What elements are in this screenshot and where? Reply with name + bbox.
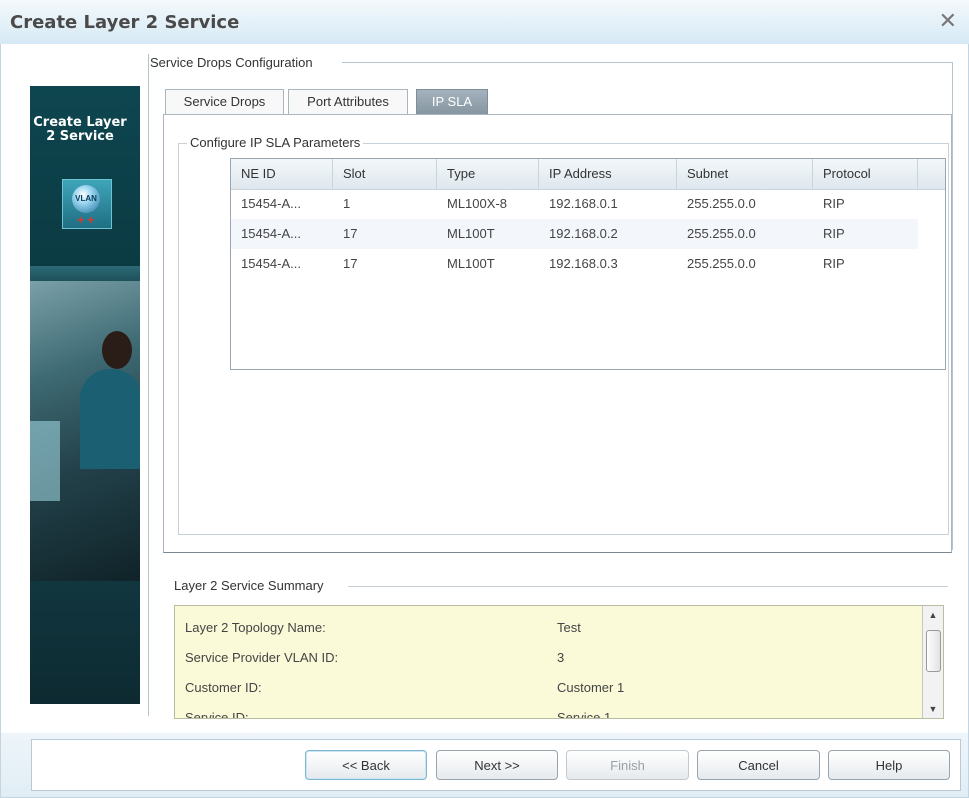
cell-type: ML100T [447,256,495,271]
vlan-plus-icon: + + [77,213,95,227]
tab-port-attributes[interactable]: Port Attributes [288,89,408,114]
next-button[interactable]: Next >> [436,750,558,780]
cell-slot: 1 [343,196,351,211]
table-row[interactable]: 15454-A... 1 ML100X-8 192.168.0.1 255.25… [231,189,918,219]
summary-row: Layer 2 Topology Name: Test [175,613,915,643]
summary-value: Customer 1 [557,680,625,695]
summary-row: Service Provider VLAN ID: 3 [175,643,915,673]
wizard-banner: Create Layer 2 Service VLAN + + [30,86,140,704]
vlan-badge: VLAN [72,185,100,213]
cell-protocol[interactable]: RIP [813,249,918,279]
column-header-protocol[interactable]: Protocol [813,159,918,189]
banner-title: Create Layer 2 Service [33,115,127,144]
cell-ne-id: 15454-A... [241,256,301,271]
summary-label: Service Provider VLAN ID: [185,650,339,665]
tab-ip-sla[interactable]: IP SLA [416,89,488,114]
column-header-ip-address[interactable]: IP Address [539,159,677,189]
ip-sla-legend: Configure IP SLA Parameters [187,135,364,150]
summary-legend: Layer 2 Service Summary [171,578,327,593]
table-row[interactable]: 15454-A... 17 ML100T 192.168.0.3 255.255… [231,249,918,279]
summary-label: Layer 2 Topology Name: [185,620,326,635]
scroll-thumb[interactable] [926,630,941,672]
tab-service-drops[interactable]: Service Drops [165,89,284,114]
close-icon[interactable]: ✕ [939,8,957,34]
summary-value: Service 1 [557,710,612,719]
banner-photo [30,281,140,581]
column-header-type[interactable]: Type [437,159,539,189]
summary-value: Test [557,620,581,635]
table-row[interactable]: 15454-A... 17 ML100T 192.168.0.2 255.255… [231,219,918,249]
cell-ip-address[interactable]: 192.168.0.1 [539,189,677,219]
service-summary-panel: Layer 2 Topology Name: Test Service Prov… [174,605,944,719]
cell-subnet[interactable]: 255.255.0.0 [677,219,813,249]
cancel-button[interactable]: Cancel [697,750,820,780]
cell-protocol[interactable]: RIP [813,219,918,249]
cell-ne-id: 15454-A... [241,196,301,211]
back-button[interactable]: << Back [305,750,427,780]
summary-border [348,586,948,587]
service-drops-legend: Service Drops Configuration [150,55,317,70]
summary-row: Customer ID: Customer 1 [175,673,915,703]
cell-subnet[interactable]: 255.255.0.0 [677,189,813,219]
cell-slot: 17 [343,256,358,271]
banner-stripe [30,266,140,281]
column-header-ne-id[interactable]: NE ID [231,159,333,189]
scroll-up-icon[interactable]: ▲ [923,606,943,624]
summary-label: Customer ID: [185,680,262,695]
column-header-subnet[interactable]: Subnet [677,159,813,189]
cell-ip-address[interactable]: 192.168.0.3 [539,249,677,279]
summary-label: Service ID: [185,710,249,719]
person-body [80,369,140,469]
cell-ip-address[interactable]: 192.168.0.2 [539,219,677,249]
service-drops-border-right [952,62,953,550]
help-button[interactable]: Help [828,750,950,780]
column-header-spacer [918,159,945,189]
vlan-icon: VLAN + + [62,179,112,229]
cell-type: ML100X-8 [447,196,507,211]
cell-subnet[interactable]: 255.255.0.0 [677,249,813,279]
summary-value: 3 [557,650,565,665]
person-head [102,331,132,369]
cell-protocol[interactable]: RIP [813,189,918,219]
column-header-slot[interactable]: Slot [333,159,437,189]
cell-slot: 17 [343,226,358,241]
service-drops-border [342,62,952,63]
cell-ne-id: 15454-A... [241,226,301,241]
window-title: Create Layer 2 Service [10,12,240,33]
ip-sla-table[interactable]: NE ID Slot Type IP Address Subnet Protoc… [230,158,946,370]
title-bar: Create Layer 2 Service ✕ [0,0,969,45]
summary-scrollbar[interactable]: ▲ ▼ [922,606,943,718]
summary-row: Service ID: Service 1 [175,703,915,719]
table-header: NE ID Slot Type IP Address Subnet Protoc… [231,159,945,190]
monitor-glow [30,421,60,501]
cell-type: ML100T [447,226,495,241]
scroll-down-icon[interactable]: ▼ [923,700,943,718]
finish-button: Finish [566,750,689,780]
